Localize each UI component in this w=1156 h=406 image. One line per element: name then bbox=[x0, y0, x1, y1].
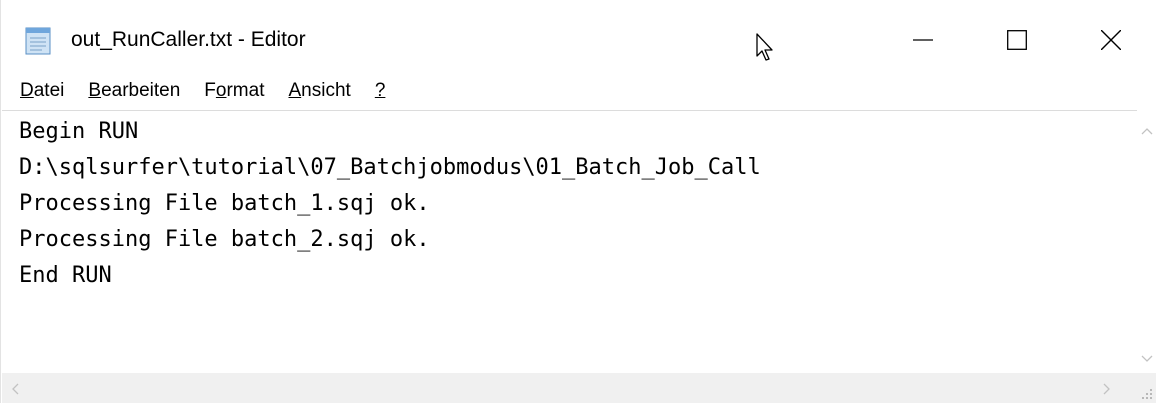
close-icon bbox=[1101, 30, 1121, 50]
size-grip-corner[interactable] bbox=[1137, 373, 1156, 403]
maximize-button[interactable] bbox=[971, 0, 1063, 80]
menu-datei[interactable]: Datei bbox=[20, 80, 64, 102]
scroll-right-icon[interactable] bbox=[1103, 382, 1111, 400]
scroll-left-icon[interactable] bbox=[11, 382, 19, 400]
text-editor-area[interactable]: Begin RUN D:\sqlsurfer\tutorial\07_Batchj… bbox=[2, 110, 1137, 373]
resize-grip-icon[interactable] bbox=[1140, 387, 1154, 406]
window-title: out_RunCaller.txt - Editor bbox=[71, 28, 306, 51]
editor-content[interactable]: Begin RUN D:\sqlsurfer\tutorial\07_Batchj… bbox=[19, 114, 761, 294]
editor-line: Begin RUN bbox=[19, 119, 139, 144]
editor-window: out_RunCaller.txt - Editor Datei Bearbei… bbox=[0, 0, 1156, 403]
editor-line: End RUN bbox=[19, 263, 112, 288]
mouse-pointer-icon bbox=[755, 32, 777, 64]
notepad-icon bbox=[22, 25, 54, 57]
scroll-up-icon[interactable] bbox=[1141, 122, 1153, 140]
minimize-icon bbox=[913, 30, 933, 50]
horizontal-scrollbar[interactable] bbox=[2, 373, 1137, 403]
minimize-button[interactable] bbox=[877, 0, 969, 80]
editor-line: Processing File batch_2.sqj ok. bbox=[19, 227, 430, 252]
menu-format[interactable]: Format bbox=[204, 80, 264, 102]
menu-ansicht[interactable]: Ansicht bbox=[288, 80, 350, 102]
menu-bearbeiten[interactable]: Bearbeiten bbox=[88, 80, 180, 102]
menu-bar: Datei Bearbeiten Format Ansicht ? bbox=[1, 75, 1156, 107]
menu-help[interactable]: ? bbox=[375, 80, 386, 102]
editor-line: D:\sqlsurfer\tutorial\07_Batchjobmodus\0… bbox=[19, 155, 761, 180]
close-button[interactable] bbox=[1065, 0, 1156, 80]
vertical-scrollbar[interactable] bbox=[1137, 110, 1156, 373]
editor-line: Processing File batch_1.sqj ok. bbox=[19, 191, 430, 216]
maximize-icon bbox=[1007, 30, 1027, 50]
title-bar[interactable]: out_RunCaller.txt - Editor bbox=[1, 0, 1156, 80]
scroll-down-icon[interactable] bbox=[1141, 350, 1153, 368]
